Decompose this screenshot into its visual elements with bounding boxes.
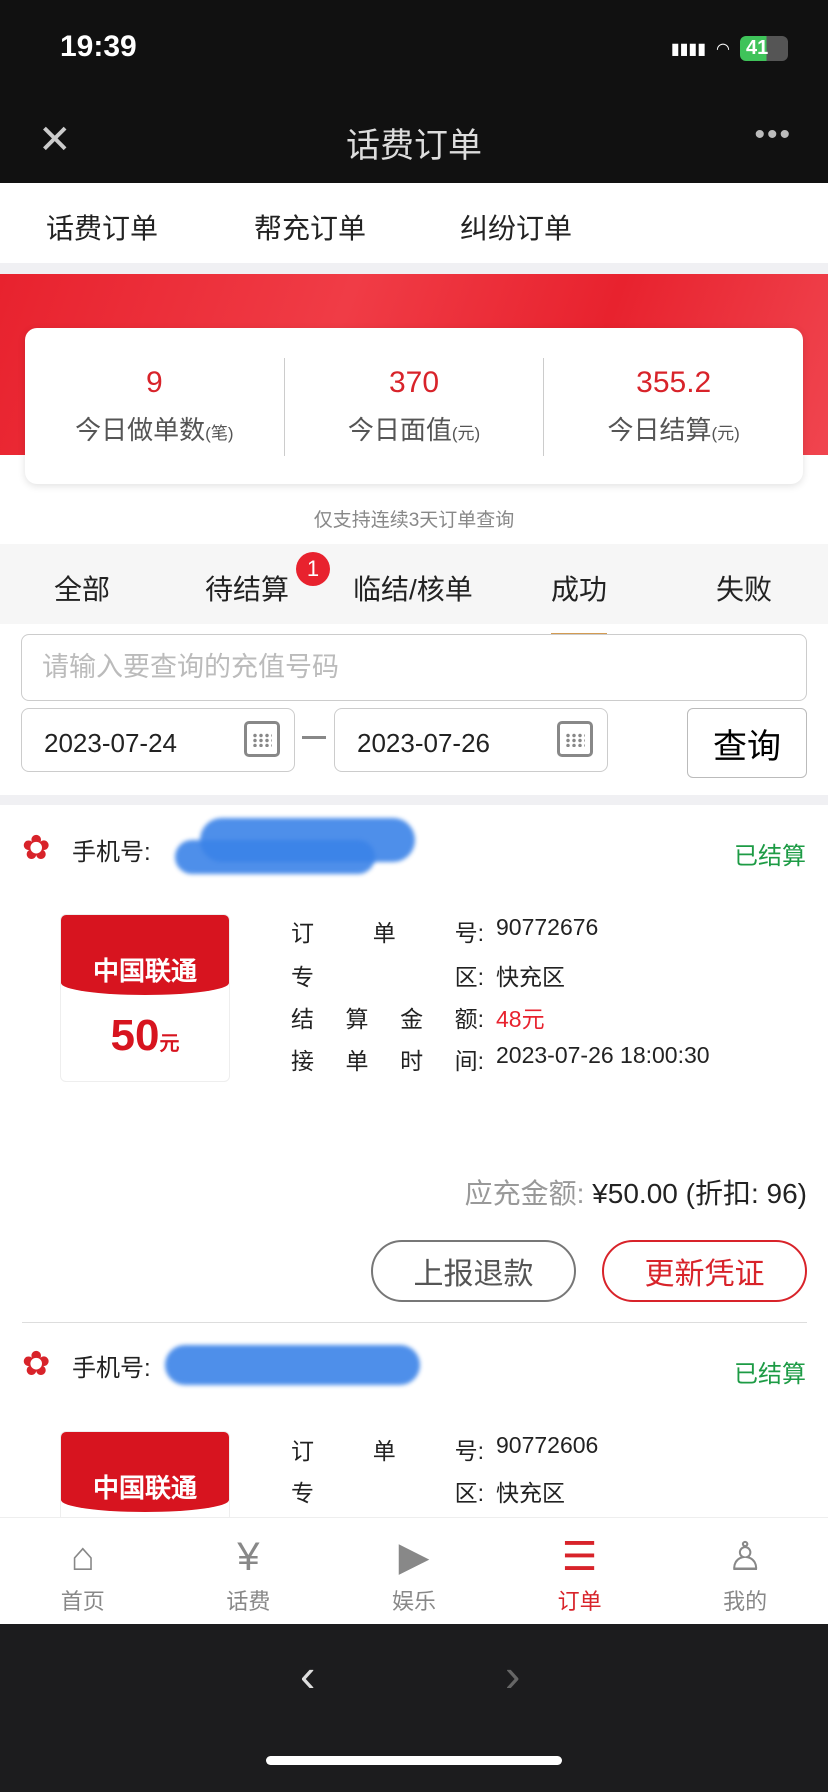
divider — [0, 795, 828, 805]
forward-icon[interactable]: › — [505, 1648, 520, 1702]
calendar-icon[interactable] — [244, 721, 280, 757]
accept-time-row: 接单时间: 2023-07-26 18:00:30 — [291, 1042, 710, 1074]
product-card: 中国联通 50元 — [60, 914, 230, 1082]
settlement-row: 结算金额: 48元 — [291, 1006, 545, 1032]
nav-orders[interactable]: ☰ 订单 — [497, 1518, 663, 1624]
tab-dispute-orders[interactable]: 纠纷订单 — [460, 207, 572, 247]
tab-help-orders[interactable]: 帮充订单 — [254, 207, 366, 247]
divider — [22, 1322, 807, 1323]
pending-badge: 1 — [296, 552, 330, 586]
redaction — [165, 1345, 420, 1385]
battery-icon: 41 — [740, 36, 788, 61]
home-icon: ⌂ — [70, 1535, 95, 1579]
wifi-icon: ◠ — [716, 40, 730, 58]
page-title: 话费订单 — [346, 127, 482, 165]
unicom-logo-icon: ✿ — [22, 829, 51, 867]
bottom-nav: ⌂ 首页 ¥ 话费 ▶ 娱乐 ☰ 订单 ♙ 我的 — [0, 1517, 828, 1624]
calendar-icon[interactable] — [557, 721, 593, 757]
nav-entertainment[interactable]: ▶ 娱乐 — [331, 1518, 497, 1624]
order-icon: ☰ — [561, 1535, 598, 1579]
user-icon: ♙ — [727, 1535, 764, 1579]
status-time: 19:39 — [60, 30, 137, 63]
stat-face-value: 370 今日面值(元) — [285, 358, 545, 456]
query-button[interactable]: 查询 — [687, 708, 807, 778]
signal-icon: ▮▮▮▮ — [670, 40, 707, 58]
browser-bar — [0, 1624, 828, 1792]
zone-row: 专区: 快充区 — [291, 1480, 565, 1506]
order-phone: ✿ 手机号: — [22, 829, 151, 867]
phone-bill-icon: ¥ — [237, 1535, 260, 1579]
tab-success[interactable]: 成功 — [551, 568, 608, 636]
tab-pending[interactable]: 待结算 — [205, 568, 289, 608]
date-range-dash — [302, 736, 326, 739]
stats-card: 9 今日做单数(笔) 370 今日面值(元) 355.2 今日结算(元) — [25, 328, 803, 484]
query-note: 仅支持连续3天订单查询 — [313, 510, 515, 531]
tab-failed[interactable]: 失败 — [716, 568, 772, 608]
order-number-row: 订单号: 90772606 — [291, 1432, 599, 1464]
nav-mine[interactable]: ♙ 我的 — [662, 1518, 828, 1624]
redaction — [175, 840, 375, 874]
payable-amount: 应充金额: ¥50.00 (折扣: 96) — [464, 1178, 807, 1209]
end-date-field[interactable]: 2023-07-26 — [334, 708, 608, 772]
nav-home[interactable]: ⌂ 首页 — [0, 1518, 166, 1624]
back-icon[interactable]: ‹ — [300, 1648, 315, 1702]
report-refund-button[interactable]: 上报退款 — [371, 1240, 576, 1302]
search-input[interactable] — [21, 634, 807, 701]
tab-all[interactable]: 全部 — [54, 568, 110, 608]
tab-phone-orders[interactable]: 话费订单 — [46, 207, 159, 277]
order-status: 已结算 — [734, 1361, 806, 1388]
stat-orders: 9 今日做单数(笔) — [25, 358, 285, 456]
nav-phone-bill[interactable]: ¥ 话费 — [166, 1518, 332, 1624]
order-status: 已结算 — [734, 843, 806, 870]
status-tabs: 全部 待结算 1 临结/核单 成功 失败 — [0, 544, 828, 636]
order-number-row: 订单号: 90772676 — [291, 914, 599, 946]
tab-provisional[interactable]: 临结/核单 — [353, 568, 473, 608]
unicom-logo-icon: ✿ — [22, 1345, 51, 1383]
start-date-field[interactable]: 2023-07-24 — [21, 708, 295, 772]
home-indicator — [266, 1756, 562, 1765]
more-icon[interactable]: ••• — [754, 118, 792, 152]
zone-row: 专区: 快充区 — [291, 964, 565, 990]
divider — [0, 263, 828, 274]
video-icon: ▶ — [398, 1535, 430, 1579]
order-phone: ✿ 手机号: — [22, 1345, 151, 1383]
update-voucher-button[interactable]: 更新凭证 — [602, 1240, 807, 1302]
top-tabs: 话费订单 帮充订单 纠纷订单 — [0, 183, 828, 277]
stat-settlement: 355.2 今日结算(元) — [607, 366, 740, 445]
status-icons: ▮▮▮▮ ◠ 41 — [671, 36, 788, 61]
